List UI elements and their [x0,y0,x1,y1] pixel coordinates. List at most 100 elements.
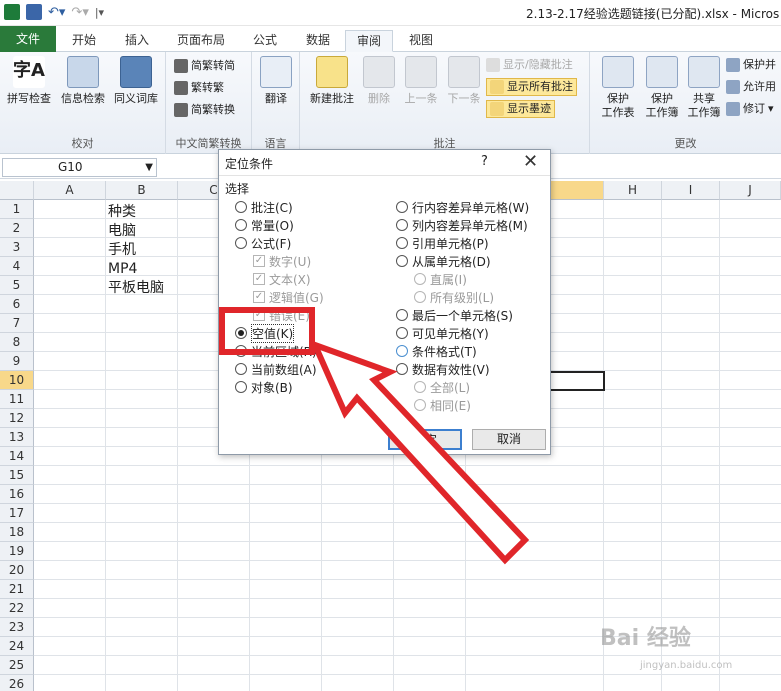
radio-icon[interactable] [396,363,408,375]
radio-icon[interactable] [414,381,426,393]
option-objects[interactable]: 对象(B) [235,378,293,396]
help-icon[interactable]: ? [481,154,488,169]
to-traditional-button[interactable]: 简繁转简 [174,57,235,75]
row-header[interactable]: 5 [0,276,34,295]
protect-and-share-button[interactable]: 保护并 [726,56,776,74]
option-formulas[interactable]: 公式(F) [235,234,291,252]
option-dependents[interactable]: 从属单元格(D) [396,252,491,270]
next-comment-button[interactable]: 下一条 [443,56,485,106]
radio-icon[interactable] [396,255,408,267]
radio-icon[interactable] [396,201,408,213]
column-header[interactable]: J [720,181,781,200]
radio-icon[interactable] [396,219,408,231]
column-header[interactable]: H [604,181,662,200]
row-header[interactable]: 14 [0,447,34,466]
close-icon[interactable]: ✕ [523,151,538,172]
row-header[interactable]: 17 [0,504,34,523]
row-header[interactable]: 3 [0,238,34,257]
active-cell-g10[interactable] [551,371,605,391]
radio-icon[interactable] [414,291,426,303]
radio-icon[interactable] [235,363,247,375]
cell-b2[interactable]: 电脑 [108,222,136,241]
option-text[interactable]: ✓ 文本(X) [253,270,311,288]
radio-icon[interactable] [235,201,247,213]
row-header[interactable]: 12 [0,409,34,428]
tab-view[interactable]: 视图 [399,30,443,52]
tab-file[interactable]: 文件 [0,26,56,52]
research-button[interactable]: 信息检索 [58,56,108,106]
row-header[interactable]: 2 [0,219,34,238]
row-header[interactable]: 26 [0,675,34,691]
option-column-differences[interactable]: 列内容差异单元格(M) [396,216,528,234]
dropdown-arrow-icon[interactable]: ▼ [145,159,153,176]
allow-edit-ranges-button[interactable]: 允许用 [726,78,776,96]
redo-icon[interactable]: ↷▾ [71,5,88,20]
previous-comment-button[interactable]: 上一条 [400,56,442,106]
radio-icon[interactable] [414,273,426,285]
row-header[interactable]: 9 [0,352,34,371]
row-header[interactable]: 22 [0,599,34,618]
row-header[interactable]: 23 [0,618,34,637]
option-comments[interactable]: 批注(C) [235,198,293,216]
option-direct-only[interactable]: 直属(I) [414,270,467,288]
option-validation-all[interactable]: 全部(L) [414,378,470,396]
show-hide-comment-button[interactable]: 显示/隐藏批注 [486,56,573,74]
cell-b3[interactable]: 手机 [108,241,136,260]
customize-qat-icon[interactable]: |▾ [95,6,104,19]
row-header[interactable]: 8 [0,333,34,352]
new-comment-button[interactable]: 新建批注 [306,56,358,106]
radio-icon[interactable] [396,345,408,357]
tab-page-layout[interactable]: 页面布局 [170,30,232,52]
row-header[interactable]: 1 [0,200,34,219]
row-header[interactable]: 6 [0,295,34,314]
row-header[interactable]: 24 [0,637,34,656]
option-conditional-formats[interactable]: 条件格式(T) [396,342,477,360]
tab-review[interactable]: 审阅 [345,30,393,52]
option-all-levels[interactable]: 所有级别(L) [414,288,494,306]
option-logicals[interactable]: ✓ 逻辑值(G) [253,288,324,306]
option-row-differences[interactable]: 行内容差异单元格(W) [396,198,529,216]
row-header[interactable]: 21 [0,580,34,599]
row-header[interactable]: 4 [0,257,34,276]
column-header[interactable]: B [106,181,178,200]
column-header[interactable]: I [662,181,720,200]
option-numbers[interactable]: ✓ 数字(U) [253,252,311,270]
cell-b4[interactable]: MP4 [108,260,137,279]
option-visible-cells[interactable]: 可见单元格(Y) [396,324,489,342]
option-validation-same[interactable]: 相同(E) [414,396,471,414]
delete-comment-button[interactable]: 删除 [362,56,396,106]
radio-icon[interactable] [235,219,247,231]
option-constants[interactable]: 常量(O) [235,216,294,234]
protect-workbook-button[interactable]: 保护 工作簿 [640,56,684,120]
protect-sheet-button[interactable]: 保护 工作表 [596,56,640,120]
trad-convert-button[interactable]: 繁转繁 [174,79,224,97]
row-header[interactable]: 18 [0,523,34,542]
row-header[interactable]: 20 [0,561,34,580]
tab-home[interactable]: 开始 [62,30,106,52]
option-last-cell[interactable]: 最后一个单元格(S) [396,306,513,324]
cell-b1[interactable]: 种类 [108,203,136,222]
show-all-comments-button[interactable]: 显示所有批注 [486,78,577,96]
thesaurus-button[interactable]: 同义词库 [110,56,162,106]
name-box[interactable]: G10 ▼ [2,158,157,177]
row-header[interactable]: 16 [0,485,34,504]
cancel-button[interactable]: 取消 [472,429,546,450]
cell-b5[interactable]: 平板电脑 [108,279,164,298]
tab-data[interactable]: 数据 [297,30,339,52]
radio-icon[interactable] [235,237,247,249]
checkbox-icon[interactable]: ✓ [253,291,265,303]
translate-button[interactable]: 翻译 [258,56,294,106]
radio-icon[interactable] [396,237,408,249]
tab-formulas[interactable]: 公式 [244,30,286,52]
row-header[interactable]: 15 [0,466,34,485]
save-icon[interactable] [26,4,42,20]
row-header[interactable]: 7 [0,314,34,333]
track-changes-button[interactable]: 修订 ▾ [726,100,774,118]
share-workbook-button[interactable]: 共享 工作簿 [682,56,726,120]
tab-insert[interactable]: 插入 [115,30,159,52]
undo-icon[interactable]: ↶▾ [48,5,65,20]
radio-icon[interactable] [396,327,408,339]
option-data-validation[interactable]: 数据有效性(V) [396,360,490,378]
row-header[interactable]: 19 [0,542,34,561]
show-ink-button[interactable]: 显示墨迹 [486,100,555,118]
